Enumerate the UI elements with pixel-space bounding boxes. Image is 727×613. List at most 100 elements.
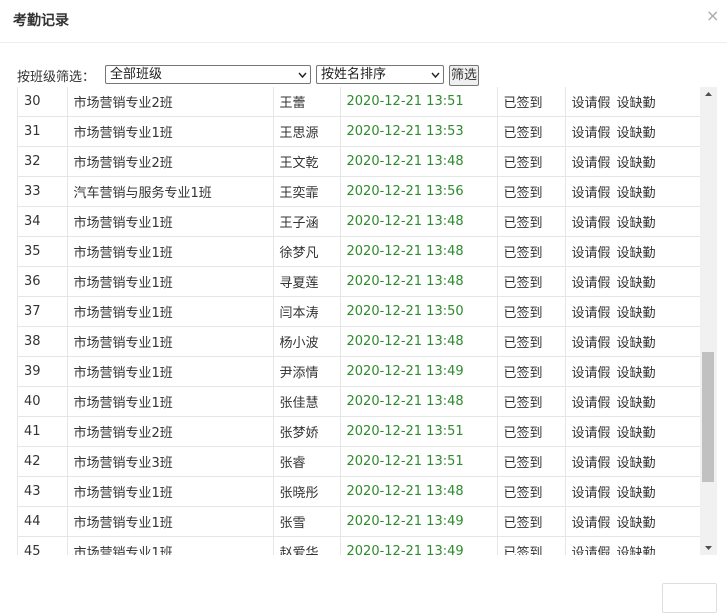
- set-leave-link[interactable]: 设请假: [572, 426, 611, 441]
- set-leave-link[interactable]: 设请假: [572, 336, 611, 351]
- scrollbar-thumb[interactable]: [702, 352, 714, 482]
- set-absent-link[interactable]: 设缺勤: [617, 456, 656, 471]
- set-absent-link[interactable]: 设缺勤: [617, 516, 656, 531]
- set-absent-link[interactable]: 设缺勤: [617, 186, 656, 201]
- status-text: 已签到: [497, 206, 566, 237]
- status-text: 已签到: [497, 506, 566, 537]
- student-name: 王文乾: [273, 146, 341, 177]
- sign-in-time: 2020-12-21 13:49: [340, 356, 498, 387]
- set-absent-link[interactable]: 设缺勤: [617, 156, 656, 171]
- student-name: 徐梦凡: [273, 236, 341, 267]
- row-actions: 设请假 设缺勤: [565, 146, 702, 177]
- student-name: 张梦娇: [273, 416, 341, 447]
- student-name: 尹添情: [273, 356, 341, 387]
- table-row: 41 市场营销专业2班 张梦娇 2020-12-21 13:51 已签到 设请假 设缺勤: [18, 416, 702, 447]
- sort-select-value: 按姓名排序: [321, 67, 387, 82]
- student-name: 张晓彤: [273, 476, 341, 507]
- set-leave-link[interactable]: 设请假: [572, 396, 611, 411]
- class-name: 市场营销专业1班: [67, 326, 274, 357]
- status-text: 已签到: [497, 446, 566, 477]
- attendance-table: 30 市场营销专业2班 王蕾 2020-12-21 13:51 已签到 设请假 设缺勤 31 市…: [18, 87, 702, 555]
- set-leave-link[interactable]: 设请假: [572, 456, 611, 471]
- student-name: 张雪: [273, 506, 341, 537]
- row-actions: 设请假 设缺勤: [565, 176, 702, 207]
- table-row: 44 市场营销专业1班 张雪 2020-12-21 13:49 已签到 设请假 设缺勤: [18, 506, 702, 537]
- class-select[interactable]: 全部班级: [105, 65, 311, 84]
- set-absent-link[interactable]: 设缺勤: [617, 246, 656, 261]
- set-absent-link[interactable]: 设缺勤: [617, 426, 656, 441]
- close-icon[interactable]: ×: [706, 8, 722, 24]
- set-leave-link[interactable]: 设请假: [572, 186, 611, 201]
- table-row: 34 市场营销专业1班 王子涵 2020-12-21 13:48 已签到 设请假 设缺勤: [18, 206, 702, 237]
- row-number: 36: [18, 266, 68, 297]
- set-absent-link[interactable]: 设缺勤: [617, 546, 656, 556]
- dialog-title-bar: 考勤记录 ×: [0, 0, 727, 43]
- table-row: 39 市场营销专业1班 尹添情 2020-12-21 13:49 已签到 设请假 设缺勤: [18, 356, 702, 387]
- status-text: 已签到: [497, 476, 566, 507]
- scroll-down-arrow-icon[interactable]: [700, 541, 717, 555]
- class-name: 市场营销专业1班: [67, 266, 274, 297]
- set-leave-link[interactable]: 设请假: [572, 546, 611, 556]
- set-absent-link[interactable]: 设缺勤: [617, 396, 656, 411]
- set-leave-link[interactable]: 设请假: [572, 486, 611, 501]
- set-leave-link[interactable]: 设请假: [572, 246, 611, 261]
- student-name: 赵爱华: [273, 536, 341, 555]
- student-name: 王思源: [273, 116, 341, 147]
- row-actions: 设请假 设缺勤: [565, 206, 702, 237]
- set-absent-link[interactable]: 设缺勤: [617, 366, 656, 381]
- status-text: 已签到: [497, 326, 566, 357]
- set-leave-link[interactable]: 设请假: [572, 216, 611, 231]
- set-leave-link[interactable]: 设请假: [572, 306, 611, 321]
- set-absent-link[interactable]: 设缺勤: [617, 306, 656, 321]
- row-actions: 设请假 设缺勤: [565, 296, 702, 327]
- set-leave-link[interactable]: 设请假: [572, 516, 611, 531]
- row-number: 42: [18, 446, 68, 477]
- set-absent-link[interactable]: 设缺勤: [617, 96, 656, 111]
- filter-button[interactable]: 筛选: [449, 65, 479, 86]
- sign-in-time: 2020-12-21 13:48: [340, 476, 498, 507]
- sort-select[interactable]: 按姓名排序: [316, 65, 444, 84]
- set-absent-link[interactable]: 设缺勤: [617, 336, 656, 351]
- status-text: 已签到: [497, 296, 566, 327]
- table-row: 33 汽车营销与服务专业1班 王奕霏 2020-12-21 13:56 已签到 设请假 设缺…: [18, 176, 702, 207]
- student-name: 杨小波: [273, 326, 341, 357]
- row-actions: 设请假 设缺勤: [565, 506, 702, 537]
- status-text: 已签到: [497, 176, 566, 207]
- set-absent-link[interactable]: 设缺勤: [617, 276, 656, 291]
- class-name: 市场营销专业1班: [67, 116, 274, 147]
- row-actions: 设请假 设缺勤: [565, 356, 702, 387]
- set-leave-link[interactable]: 设请假: [572, 126, 611, 141]
- row-number: 37: [18, 296, 68, 327]
- row-actions: 设请假 设缺勤: [565, 446, 702, 477]
- sign-in-time: 2020-12-21 13:48: [340, 386, 498, 417]
- set-absent-link[interactable]: 设缺勤: [617, 486, 656, 501]
- sign-in-time: 2020-12-21 13:51: [340, 87, 498, 117]
- dialog-footer-button[interactable]: [662, 583, 717, 613]
- class-name: 汽车营销与服务专业1班: [67, 176, 274, 207]
- row-actions: 设请假 设缺勤: [565, 236, 702, 267]
- sign-in-time: 2020-12-21 13:49: [340, 506, 498, 537]
- student-name: 寻夏莲: [273, 266, 341, 297]
- row-number: 31: [18, 116, 68, 147]
- vertical-scrollbar[interactable]: [700, 87, 717, 555]
- set-leave-link[interactable]: 设请假: [572, 276, 611, 291]
- set-absent-link[interactable]: 设缺勤: [617, 216, 656, 231]
- set-leave-link[interactable]: 设请假: [572, 96, 611, 111]
- row-number: 41: [18, 416, 68, 447]
- row-number: 45: [18, 536, 68, 555]
- row-actions: 设请假 设缺勤: [565, 87, 702, 117]
- set-leave-link[interactable]: 设请假: [572, 366, 611, 381]
- row-number: 40: [18, 386, 68, 417]
- set-absent-link[interactable]: 设缺勤: [617, 126, 656, 141]
- student-name: 闫本涛: [273, 296, 341, 327]
- sign-in-time: 2020-12-21 13:56: [340, 176, 498, 207]
- status-text: 已签到: [497, 236, 566, 267]
- row-number: 30: [18, 87, 68, 117]
- chevron-down-icon: [431, 72, 440, 79]
- set-leave-link[interactable]: 设请假: [572, 156, 611, 171]
- sign-in-time: 2020-12-21 13:48: [340, 326, 498, 357]
- scroll-up-arrow-icon[interactable]: [700, 87, 717, 101]
- row-number: 38: [18, 326, 68, 357]
- class-name: 市场营销专业1班: [67, 296, 274, 327]
- student-name: 王奕霏: [273, 176, 341, 207]
